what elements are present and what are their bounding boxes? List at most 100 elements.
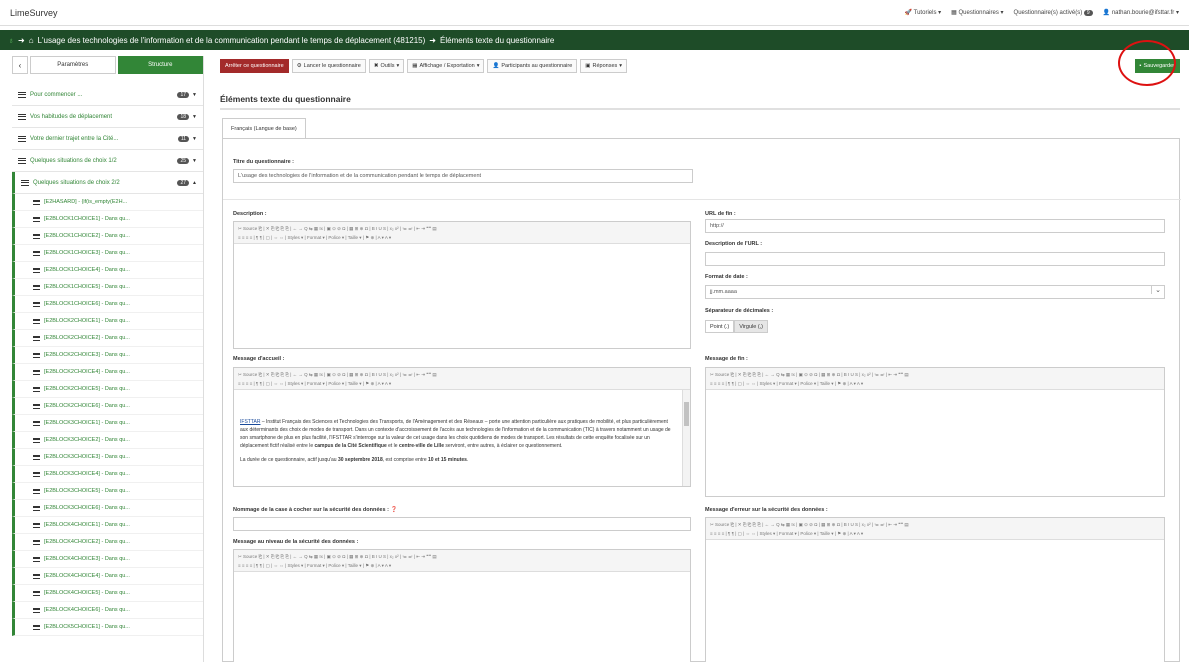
- question-item[interactable]: [E2BLOCK1CHOICE3] - Dans qu...: [12, 245, 203, 262]
- tab-language[interactable]: Français (Langue de base): [222, 118, 306, 138]
- editor-scrollbar[interactable]: [682, 390, 690, 486]
- welcome-editor[interactable]: ✂ Source ⎗ | ✕ ⎘ ⎗ ⎘ ⎘ | ← → Q ⇆ ▦ Ix | …: [233, 367, 691, 487]
- drag-handle-icon[interactable]: [33, 522, 40, 528]
- drag-handle-icon[interactable]: [18, 135, 26, 142]
- ifsttar-link[interactable]: IFSTTAR: [240, 419, 260, 425]
- question-group[interactable]: Votre dernier trajet entre la Cité... 11 ▼: [12, 128, 203, 150]
- description-editor[interactable]: ✂ Source ⎗ | ✕ ⎘ ⎗ ⎘ ⎘ | ← → Q ⇆ ▦ Ix | …: [233, 221, 691, 349]
- editor-toolbar[interactable]: ✂ Source ⎗ | ✕ ⎘ ⎗ ⎘ ⎘ | ← → Q ⇆ ▦ Ix | …: [234, 368, 690, 390]
- active-surveys-link[interactable]: Questionnaire(s) activé(s) 9: [1014, 9, 1093, 16]
- scrollbar-thumb[interactable]: [684, 402, 689, 426]
- title-input[interactable]: L'usage des technologies de l'informatio…: [233, 169, 693, 183]
- question-item[interactable]: [E2BLOCK3CHOICE2] - Dans qu...: [12, 432, 203, 449]
- drag-handle-icon[interactable]: [33, 437, 40, 443]
- drag-handle-icon[interactable]: [33, 488, 40, 494]
- display-export-button[interactable]: ▦ Affichage / Exportation ▾: [407, 59, 485, 73]
- drag-handle-icon[interactable]: [33, 573, 40, 579]
- save-button[interactable]: ▪ Sauvegarder: [1134, 59, 1180, 73]
- drag-handle-icon[interactable]: [33, 556, 40, 562]
- end-message-editor[interactable]: ✂ Source ⎗ | ✕ ⎘ ⎗ ⎘ ⎘ | ← → Q ⇆ ▦ Ix | …: [705, 367, 1165, 497]
- question-group[interactable]: Vos habitudes de déplacement 18 ▼: [12, 106, 203, 128]
- drag-handle-icon[interactable]: [18, 91, 26, 98]
- drag-handle-icon[interactable]: [33, 233, 40, 239]
- drag-handle-icon[interactable]: [33, 590, 40, 596]
- drag-handle-icon[interactable]: [18, 113, 26, 120]
- chevron-down-icon[interactable]: ▼: [192, 158, 197, 164]
- question-item[interactable]: [E2BLOCK2CHOICE1] - Dans qu...: [12, 313, 203, 330]
- question-item[interactable]: [E2BLOCK3CHOICE3] - Dans qu...: [12, 449, 203, 466]
- question-item[interactable]: [E2BLOCK4CHOICE5] - Dans qu...: [12, 585, 203, 602]
- app-title[interactable]: LimeSurvey: [10, 8, 58, 18]
- tab-structure[interactable]: Structure: [117, 56, 203, 74]
- tools-button[interactable]: ✖ Outils ▾: [368, 59, 405, 73]
- decimal-comma-option[interactable]: Virgule (,): [734, 320, 769, 333]
- launch-survey-button[interactable]: ⚙ Lancer le questionnaire: [291, 59, 366, 73]
- editor-toolbar-row[interactable]: ✂ Source ⎗ | ✕ ⎘ ⎗ ⎘ ⎘ | ← → Q ⇆ ▦ Ix | …: [238, 224, 686, 233]
- editor-toolbar[interactable]: ✂ Source ⎗ | ✕ ⎘ ⎗ ⎘ ⎘ | ← → Q ⇆ ▦ Ix | …: [706, 518, 1164, 540]
- tab-parametres[interactable]: Paramètres: [30, 56, 116, 74]
- breadcrumb-survey[interactable]: L'usage des technologies de l'informatio…: [38, 36, 426, 45]
- editor-toolbar-row[interactable]: ✂ Source ⎗ | ✕ ⎘ ⎗ ⎘ ⎘ | ← → Q ⇆ ▦ Ix | …: [238, 552, 686, 561]
- drag-handle-icon[interactable]: [33, 352, 40, 358]
- question-item[interactable]: [E2BLOCK1CHOICE6] - Dans qu...: [12, 296, 203, 313]
- question-group[interactable]: Quelques situations de choix 1/2 25 ▼: [12, 150, 203, 172]
- editor-toolbar-row[interactable]: ✂ Source ⎗ | ✕ ⎘ ⎗ ⎘ ⎘ | ← → Q ⇆ ▦ Ix | …: [710, 520, 1160, 529]
- editor-toolbar[interactable]: ✂ Source ⎗ | ✕ ⎘ ⎗ ⎘ ⎘ | ← → Q ⇆ ▦ Ix | …: [706, 368, 1164, 390]
- editor-toolbar-row[interactable]: ✂ Source ⎗ | ✕ ⎘ ⎗ ⎘ ⎘ | ← → Q ⇆ ▦ Ix | …: [238, 370, 686, 379]
- responses-button[interactable]: ▣ Réponses ▾: [580, 59, 628, 73]
- home-icon[interactable]: ⌂: [29, 36, 34, 45]
- drag-handle-icon[interactable]: [33, 386, 40, 392]
- question-item[interactable]: [E2BLOCK4CHOICE4] - Dans qu...: [12, 568, 203, 585]
- drag-handle-icon[interactable]: [33, 335, 40, 341]
- editor-toolbar-row[interactable]: ≡ ≡ ≡ ≡ | ¶ ¶ | ▢ | ⇔ ⇔ | Styles ▾ | For…: [710, 379, 1160, 388]
- question-item[interactable]: [E2BLOCK4CHOICE3] - Dans qu...: [12, 551, 203, 568]
- drag-handle-icon[interactable]: [33, 318, 40, 324]
- checkbox-naming-input[interactable]: [233, 517, 691, 531]
- url-description-input[interactable]: [705, 252, 1165, 266]
- question-item[interactable]: [E2BLOCK1CHOICE1] - Dans qu...: [12, 211, 203, 228]
- drag-handle-icon[interactable]: [33, 199, 40, 205]
- help-icon[interactable]: ❓: [390, 507, 397, 513]
- drag-handle-icon[interactable]: [33, 250, 40, 256]
- editor-toolbar-row[interactable]: ≡ ≡ ≡ ≡ | ¶ ¶ | ▢ | ⇔ ⇔ | Styles ▾ | For…: [238, 561, 686, 570]
- drag-handle-icon[interactable]: [33, 471, 40, 477]
- drag-handle-icon[interactable]: [18, 157, 26, 164]
- drag-handle-icon[interactable]: [33, 505, 40, 511]
- question-item[interactable]: [E2BLOCK1CHOICE2] - Dans qu...: [12, 228, 203, 245]
- tutorials-menu[interactable]: 🚀 Tutoriels ▾: [905, 9, 942, 16]
- security-error-editor[interactable]: ✂ Source ⎗ | ✕ ⎘ ⎗ ⎘ ⎘ | ← → Q ⇆ ▦ Ix | …: [705, 517, 1165, 662]
- editor-toolbar[interactable]: ✂ Source ⎗ | ✕ ⎘ ⎗ ⎘ ⎘ | ← → Q ⇆ ▦ Ix | …: [234, 222, 690, 244]
- surveys-menu[interactable]: ▦ Questionnaires ▾: [951, 9, 1003, 16]
- question-item[interactable]: [E2BLOCK3CHOICE6] - Dans qu...: [12, 500, 203, 517]
- editor-toolbar-row[interactable]: ≡ ≡ ≡ ≡ | ¶ ¶ | ▢ | ⇔ ⇔ | Styles ▾ | For…: [238, 233, 686, 242]
- editor-toolbar-row[interactable]: ≡ ≡ ≡ ≡ | ¶ ¶ | ▢ | ⇔ ⇔ | Styles ▾ | For…: [710, 529, 1160, 538]
- question-item[interactable]: [E2BLOCK3CHOICE1] - Dans qu...: [12, 415, 203, 432]
- drag-handle-icon[interactable]: [33, 420, 40, 426]
- editor-toolbar-row[interactable]: ✂ Source ⎗ | ✕ ⎘ ⎗ ⎘ ⎘ | ← → Q ⇆ ▦ Ix | …: [710, 370, 1160, 379]
- question-item[interactable]: [E2BLOCK3CHOICE4] - Dans qu...: [12, 466, 203, 483]
- question-item[interactable]: [E2BLOCK2CHOICE4] - Dans qu...: [12, 364, 203, 381]
- date-format-select[interactable]: jj.mm.aaaa: [705, 285, 1165, 299]
- user-menu[interactable]: 👤 nathan.bourie@ifsttar.fr ▾: [1103, 9, 1179, 16]
- question-item[interactable]: [E2BLOCK4CHOICE2] - Dans qu...: [12, 534, 203, 551]
- drag-handle-icon[interactable]: [21, 179, 29, 186]
- chevron-down-icon[interactable]: ▼: [192, 114, 197, 120]
- chevron-down-icon[interactable]: ▼: [192, 92, 197, 98]
- drag-handle-icon[interactable]: [33, 216, 40, 222]
- question-group[interactable]: Pour commencer ... 17 ▼: [12, 84, 203, 106]
- decimal-point-option[interactable]: Point (.): [705, 320, 735, 333]
- question-item[interactable]: [E2BLOCK2CHOICE3] - Dans qu...: [12, 347, 203, 364]
- drag-handle-icon[interactable]: [33, 607, 40, 613]
- drag-handle-icon[interactable]: [33, 369, 40, 375]
- question-item[interactable]: [E2BLOCK3CHOICE5] - Dans qu...: [12, 483, 203, 500]
- end-url-input[interactable]: http://: [705, 219, 1165, 233]
- question-item[interactable]: [E2BLOCK4CHOICE1] - Dans qu...: [12, 517, 203, 534]
- drag-handle-icon[interactable]: [33, 454, 40, 460]
- stop-survey-button[interactable]: Arrêter ce questionnaire: [220, 59, 289, 73]
- participants-button[interactable]: 👤 Participants au questionnaire: [487, 59, 578, 73]
- question-item[interactable]: [E2BLOCK2CHOICE5] - Dans qu...: [12, 381, 203, 398]
- drag-handle-icon[interactable]: [33, 539, 40, 545]
- question-item[interactable]: [E2BLOCK5CHOICE1] - Dans qu...: [12, 619, 203, 636]
- drag-handle-icon[interactable]: [33, 403, 40, 409]
- question-item[interactable]: [E2BLOCK2CHOICE2] - Dans qu...: [12, 330, 203, 347]
